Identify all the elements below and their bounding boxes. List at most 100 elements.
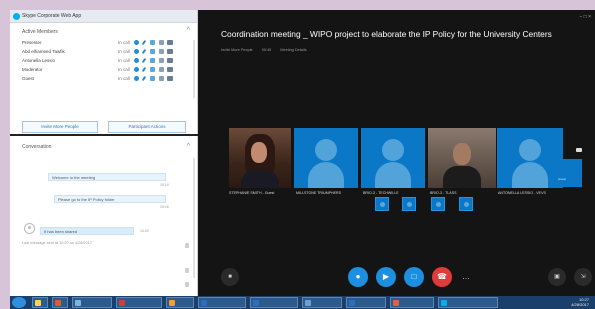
attach-icon[interactable] bbox=[185, 268, 189, 273]
participant-status: In call bbox=[118, 76, 130, 81]
screen-icon[interactable] bbox=[167, 67, 173, 72]
screen-icon[interactable] bbox=[167, 58, 173, 63]
presence-icon bbox=[134, 49, 139, 54]
window-controls[interactable]: − □ × bbox=[579, 14, 591, 20]
taskbar-app[interactable] bbox=[250, 297, 298, 308]
start-button[interactable] bbox=[12, 297, 26, 308]
video-tile[interactable] bbox=[361, 128, 425, 188]
taskbar-app[interactable] bbox=[72, 297, 112, 308]
share-button[interactable]: □ bbox=[404, 267, 424, 287]
participant-actions-button[interactable]: Participant Actions bbox=[108, 121, 186, 133]
tile-label: STEPHANIE SMITH - Guest bbox=[229, 191, 275, 195]
meeting-submeta: Invite More People 00:45 Meeting Details bbox=[221, 48, 314, 52]
participants-header[interactable]: Active Members ^ bbox=[10, 24, 198, 38]
chat-toggle-icon[interactable]: ■ bbox=[221, 268, 239, 286]
video-tile[interactable] bbox=[294, 128, 358, 188]
taskbar-app[interactable] bbox=[302, 297, 342, 308]
participant-name: Antonella Lessio bbox=[22, 58, 56, 63]
window-title: Skype Corporate Web App bbox=[22, 13, 82, 19]
participants-scrollbar[interactable] bbox=[193, 40, 195, 98]
self-view-tile[interactable]: Guest bbox=[555, 159, 582, 187]
taskbar: 10:27 4/28/2017 bbox=[10, 296, 595, 309]
stage-thumbnail[interactable] bbox=[431, 197, 445, 211]
taskbar-app[interactable] bbox=[166, 297, 194, 308]
taskbar-app[interactable] bbox=[346, 297, 386, 308]
clock-date: 4/28/2017 bbox=[571, 301, 589, 307]
participants-panel: Active Members ^ Presenter In call Abd e… bbox=[10, 24, 198, 136]
message-time: 10:16 bbox=[160, 205, 169, 209]
taskbar-app[interactable] bbox=[116, 297, 162, 308]
taskbar-app[interactable] bbox=[198, 297, 246, 308]
mic-icon[interactable] bbox=[141, 57, 147, 64]
tile-label: MILLSTONE TRIUMPHERS bbox=[296, 191, 341, 195]
screen-icon[interactable] bbox=[167, 76, 173, 81]
participant-row[interactable]: Abd elhameed Tawfik In call bbox=[22, 47, 187, 56]
video-icon[interactable] bbox=[150, 49, 155, 54]
taskbar-app[interactable] bbox=[52, 297, 68, 308]
meeting-details-link[interactable]: Meeting Details bbox=[280, 48, 306, 52]
video-icon[interactable] bbox=[150, 76, 155, 81]
taskbar-app[interactable] bbox=[438, 297, 498, 308]
chat-icon[interactable] bbox=[159, 76, 164, 81]
app-icon bbox=[119, 300, 125, 306]
mic-icon[interactable] bbox=[141, 75, 147, 82]
taskbar-app[interactable] bbox=[32, 297, 48, 308]
chat-icon[interactable] bbox=[159, 49, 164, 54]
hangup-button[interactable]: ☎ bbox=[432, 267, 452, 287]
taskbar-app[interactable] bbox=[390, 297, 434, 308]
stage-thumbnail[interactable] bbox=[402, 197, 416, 211]
chat-icon[interactable] bbox=[159, 58, 164, 63]
chat-message: Welcome to the meeting bbox=[48, 173, 166, 181]
fullscreen-icon[interactable]: ⇲ bbox=[574, 268, 592, 286]
collapse-icon[interactable]: ^ bbox=[187, 27, 190, 34]
participant-status: In call bbox=[118, 58, 130, 63]
conversation-footer: Last message sent at 10:20 on 4/28/2017 bbox=[22, 241, 92, 245]
video-tile[interactable] bbox=[428, 128, 496, 188]
screen-icon[interactable] bbox=[167, 49, 173, 54]
mute-button[interactable]: ● bbox=[348, 267, 368, 287]
layout-icon[interactable]: ▣ bbox=[548, 268, 566, 286]
conversation-scrollbar[interactable] bbox=[193, 158, 195, 278]
stage-thumbnail[interactable] bbox=[459, 197, 473, 211]
participant-row[interactable]: Moderator In call bbox=[22, 65, 187, 74]
avatar-placeholder-icon bbox=[315, 139, 337, 161]
participant-status: In call bbox=[118, 67, 130, 72]
video-icon[interactable] bbox=[150, 67, 155, 72]
browser-icon bbox=[75, 300, 81, 306]
skype-icon bbox=[441, 300, 447, 306]
video-icon[interactable] bbox=[150, 58, 155, 63]
send-icon[interactable] bbox=[185, 282, 189, 287]
invite-more-button[interactable]: Invite More People bbox=[22, 121, 98, 133]
taskbar-clock[interactable]: 10:27 4/28/2017 bbox=[571, 297, 589, 307]
video-tile[interactable] bbox=[229, 128, 291, 188]
powerpoint-icon bbox=[393, 300, 399, 306]
word-icon bbox=[349, 300, 355, 306]
invite-link[interactable]: Invite More People bbox=[221, 48, 253, 52]
emoji-icon[interactable] bbox=[185, 243, 189, 248]
participant-row[interactable]: Presenter In call bbox=[22, 38, 187, 47]
avatar-placeholder-body bbox=[512, 162, 548, 188]
video-button[interactable]: ▶ bbox=[376, 267, 396, 287]
participant-name: Guest bbox=[22, 76, 35, 81]
collapse-icon[interactable]: ^ bbox=[187, 143, 190, 150]
message-time: 10:20 bbox=[140, 229, 149, 233]
participant-name: Moderator bbox=[22, 67, 43, 72]
more-options-icon[interactable]: … bbox=[460, 271, 472, 283]
participant-row[interactable]: Guest In call bbox=[22, 74, 187, 83]
screen-icon[interactable] bbox=[167, 40, 173, 45]
video-icon[interactable] bbox=[150, 40, 155, 45]
chat-icon[interactable] bbox=[159, 67, 164, 72]
conversation-header[interactable]: Conversation ^ bbox=[10, 136, 198, 156]
stage-thumbnail[interactable] bbox=[375, 197, 389, 211]
participant-row[interactable]: Antonella Lessio In call bbox=[22, 56, 187, 65]
video-tile[interactable] bbox=[497, 128, 563, 188]
mic-icon[interactable] bbox=[141, 48, 147, 55]
meeting-title: Coordination meeting _ WIPO project to e… bbox=[221, 29, 552, 39]
app-icon bbox=[305, 300, 311, 306]
video-stage: Coordination meeting _ WIPO project to e… bbox=[198, 10, 595, 296]
presence-icon bbox=[134, 67, 139, 72]
mic-icon[interactable] bbox=[141, 39, 147, 46]
chat-icon[interactable] bbox=[159, 40, 164, 45]
mic-icon[interactable] bbox=[141, 66, 147, 73]
participant-status: In call bbox=[118, 49, 130, 54]
